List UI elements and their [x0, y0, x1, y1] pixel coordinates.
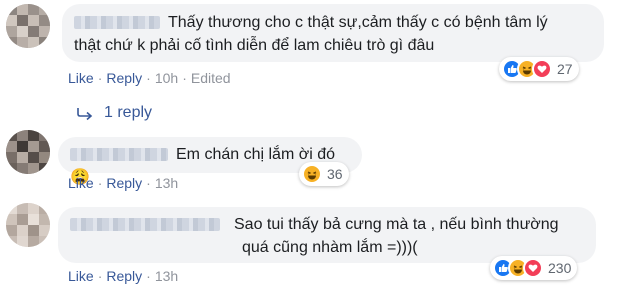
love-icon — [523, 258, 543, 278]
reaction-count: 230 — [548, 260, 572, 276]
comment-text: Thấy thương cho c thật sự,cảm thấy c có … — [168, 14, 548, 31]
comment-actions: Like · Reply · 10h · Edited — [68, 70, 231, 86]
timestamp[interactable]: 13h — [155, 268, 178, 284]
like-link[interactable]: Like — [68, 268, 94, 284]
view-replies-link[interactable]: 1 reply — [104, 104, 152, 122]
separator: · — [146, 268, 151, 284]
reply-arrow-icon — [77, 108, 93, 121]
timestamp[interactable]: 10h — [155, 70, 178, 86]
avatar[interactable] — [6, 4, 50, 48]
reply-link[interactable]: Reply — [106, 268, 142, 284]
reaction-count: 36 — [327, 166, 343, 182]
author-name[interactable] — [74, 16, 160, 30]
reactions-summary[interactable]: 27 — [499, 57, 579, 81]
comment-bubble: Sao tui thấy bả cưng mà ta , nếu bình th… — [58, 207, 596, 263]
like-link[interactable]: Like — [68, 70, 94, 86]
reaction-count: 27 — [557, 61, 573, 77]
comment-actions: Like · Reply · 13h — [68, 175, 178, 191]
haha-icon — [302, 164, 322, 184]
author-name[interactable] — [70, 148, 168, 162]
avatar[interactable] — [6, 130, 50, 174]
reply-link[interactable]: Reply — [106, 70, 142, 86]
reactions-summary[interactable]: 36 — [299, 162, 349, 186]
comment-text: Sao tui thấy bả cưng mà ta , nếu bình th… — [234, 216, 559, 233]
author-name[interactable] — [70, 218, 220, 232]
comment-text-line2: thật chứ k phải cố tình diễn để lam chiê… — [74, 37, 435, 54]
like-link[interactable]: Like — [68, 175, 94, 191]
separator: · — [182, 70, 187, 86]
separator: · — [146, 175, 151, 191]
separator: · — [97, 70, 103, 86]
reply-link[interactable]: Reply — [106, 175, 142, 191]
reactions-summary[interactable]: 230 — [490, 256, 578, 280]
separator: · — [146, 70, 151, 86]
comment-bubble: Thấy thương cho c thật sự,cảm thấy c có … — [62, 4, 604, 62]
avatar[interactable] — [6, 203, 50, 247]
love-icon — [532, 59, 552, 79]
edited-label[interactable]: Edited — [191, 70, 231, 86]
separator: · — [97, 175, 103, 191]
comment-actions: Like · Reply · 13h — [68, 268, 178, 284]
timestamp[interactable]: 13h — [155, 175, 178, 191]
separator: · — [97, 268, 103, 284]
